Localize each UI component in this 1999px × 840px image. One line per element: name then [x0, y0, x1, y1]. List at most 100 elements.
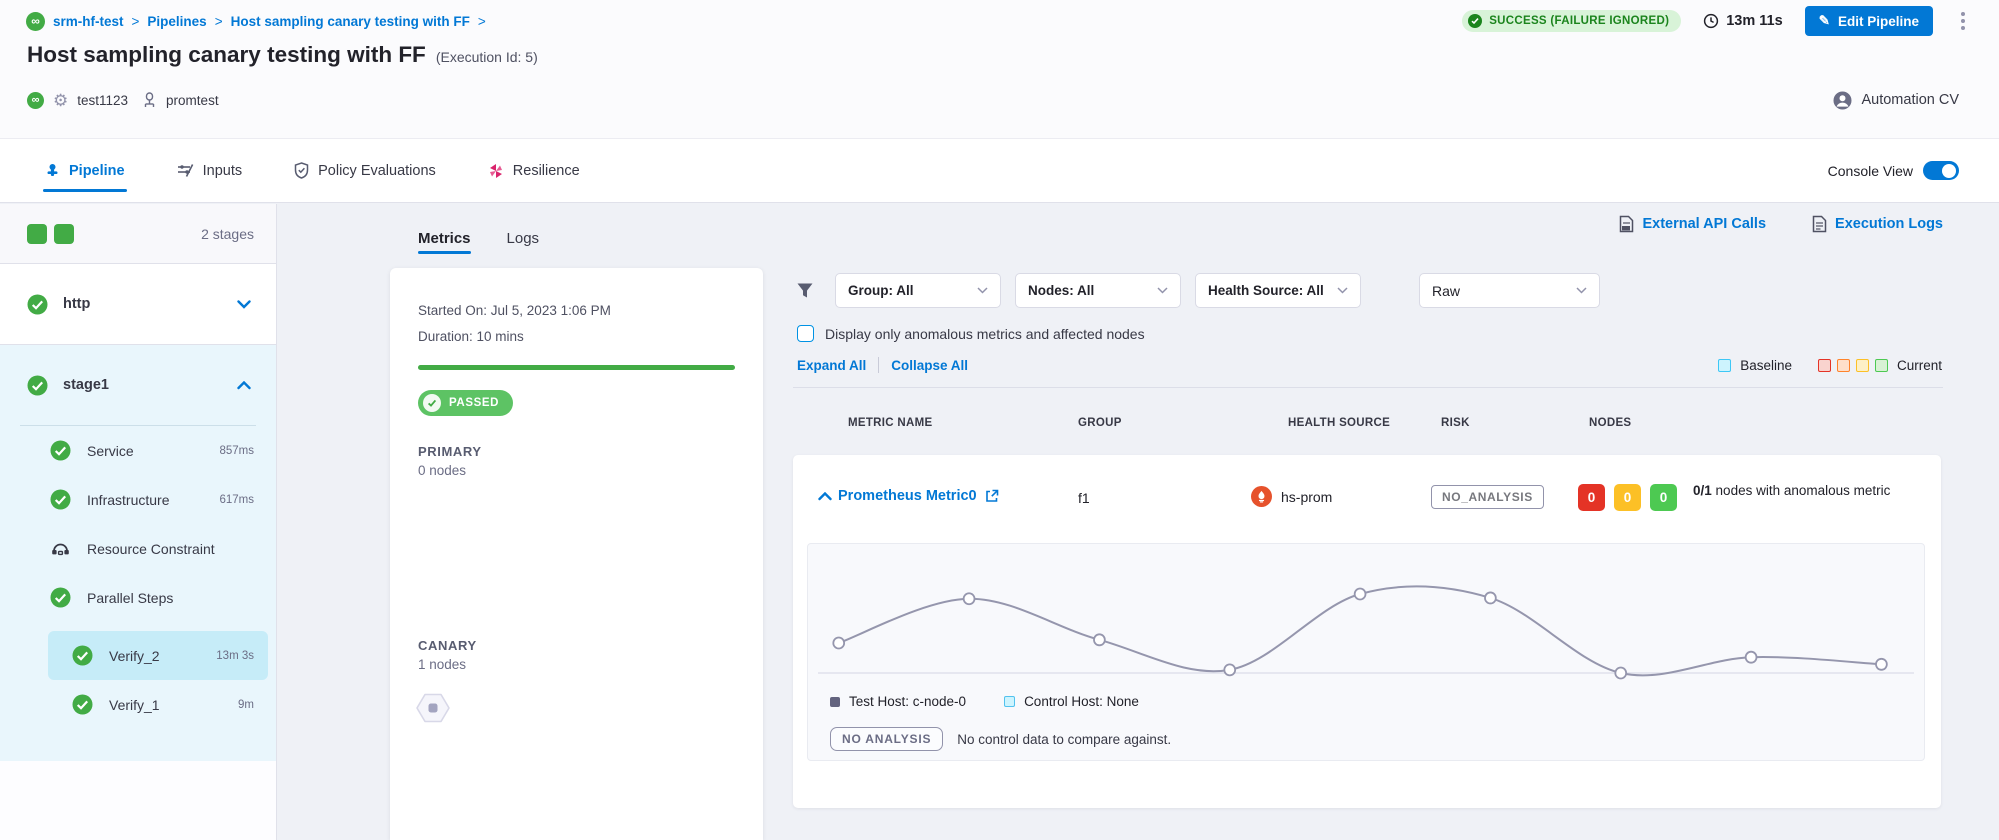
view-mode-value: Raw: [1432, 283, 1460, 299]
metric-group-cell: f1: [1078, 490, 1090, 506]
console-view-toggle[interactable]: [1923, 161, 1959, 180]
chevron-up-icon[interactable]: [818, 492, 832, 501]
tab-metrics[interactable]: Metrics: [418, 210, 471, 266]
tab-policy-evaluations-label: Policy Evaluations: [318, 163, 436, 179]
success-check-icon: [72, 645, 93, 666]
delegate-name[interactable]: promtest: [166, 93, 219, 108]
chart-color-legend: Baseline Current: [1718, 358, 1942, 373]
filters-row: Group: All Nodes: All Health Source: All…: [796, 273, 1600, 308]
summary-tabs: Metrics Logs: [390, 204, 763, 266]
step-verify-1[interactable]: Verify_1 9m: [48, 680, 268, 729]
column-group: GROUP: [1078, 417, 1122, 429]
chevron-down-icon[interactable]: [237, 300, 251, 309]
collapse-all-link[interactable]: Collapse All: [891, 358, 968, 373]
body: 2 stages http stage1 Service 857ms: [0, 204, 1999, 840]
filter-funnel-icon[interactable]: [796, 282, 814, 299]
passed-badge: PASSED: [418, 390, 513, 416]
stage-label: stage1: [63, 377, 109, 393]
test-host-swatch: [830, 697, 840, 707]
title-row: Host sampling canary testing with FF (Ex…: [27, 42, 538, 68]
duration: Duration: 10 mins: [418, 324, 735, 350]
health-source-filter-dropdown[interactable]: Health Source: All: [1195, 273, 1361, 308]
execution-tabbar: Pipeline Inputs Policy Evaluations Resil…: [0, 138, 1999, 203]
anomalous-filter-checkbox[interactable]: [797, 325, 814, 342]
service-name[interactable]: test1123: [77, 93, 128, 108]
external-api-calls-link[interactable]: External API Calls: [1619, 215, 1766, 233]
current-red-swatch: [1818, 359, 1831, 372]
tab-logs[interactable]: Logs: [507, 210, 540, 266]
header-actions: SUCCESS (FAILURE IGNORED) 13m 11s ✎ Edit…: [1462, 6, 1971, 36]
metric-row-card: Prometheus Metric0 f1 hs-prom NO_ANALYSI…: [793, 455, 1941, 808]
expand-all-link[interactable]: Expand All: [797, 358, 866, 373]
page-title: Host sampling canary testing with FF: [27, 42, 426, 68]
no-analysis-message: No control data to compare against.: [957, 732, 1171, 747]
current-yellow-swatch: [1856, 359, 1869, 372]
canary-label: CANARY: [418, 638, 477, 653]
breadcrumb-separator: >: [215, 14, 223, 29]
stage-label: http: [63, 296, 90, 312]
node-count-box: 0: [1614, 484, 1641, 511]
tab-inputs[interactable]: Inputs: [177, 139, 243, 202]
tab-resilience[interactable]: Resilience: [488, 139, 580, 202]
tab-policy-evaluations[interactable]: Policy Evaluations: [294, 139, 436, 202]
anomalous-filter-row: Display only anomalous metrics and affec…: [797, 325, 1145, 342]
external-api-calls-label: External API Calls: [1642, 216, 1766, 232]
prometheus-icon: [1251, 486, 1272, 507]
nodes-filter-value: Nodes: All: [1028, 283, 1094, 298]
step-verify-2[interactable]: Verify_2 13m 3s: [48, 631, 268, 680]
breadcrumb-pipelines[interactable]: Pipelines: [147, 14, 206, 29]
tab-pipeline[interactable]: Pipeline: [45, 139, 125, 202]
execution-logs-label: Execution Logs: [1835, 216, 1943, 232]
view-mode-dropdown[interactable]: Raw: [1419, 273, 1600, 308]
primary-node-count: 0 nodes: [418, 463, 735, 478]
inputs-icon: [177, 163, 194, 178]
breadcrumb-pipeline-name[interactable]: Host sampling canary testing with FF: [231, 14, 470, 29]
shield-check-icon: [294, 162, 309, 179]
step-label: Resource Constraint: [87, 541, 215, 557]
success-check-icon: [50, 587, 71, 608]
tab-inputs-label: Inputs: [203, 163, 243, 179]
breadcrumb-row: ∞ srm-hf-test > Pipelines > Host samplin…: [26, 7, 1971, 35]
page-header: ∞ srm-hf-test > Pipelines > Host samplin…: [0, 0, 1999, 138]
triggered-by: Automation CV: [1833, 91, 1959, 110]
metric-name-link[interactable]: Prometheus Metric0: [838, 488, 999, 504]
api-document-icon: [1619, 215, 1634, 233]
nodes-summary-text: nodes with anomalous metric: [1716, 483, 1891, 498]
harness-logo-icon: ∞: [26, 12, 45, 31]
step-resource-constraint[interactable]: Resource Constraint: [0, 524, 276, 573]
group-filter-value: Group: All: [848, 283, 914, 298]
console-view-label: Console View: [1828, 163, 1913, 179]
user-avatar-icon: [1833, 91, 1852, 110]
chevron-up-icon[interactable]: [237, 381, 251, 390]
baseline-swatch: [1718, 359, 1731, 372]
test-host-label: Test Host: c-node-0: [849, 694, 966, 709]
passed-badge-label: PASSED: [449, 397, 499, 409]
chevron-down-icon: [1576, 287, 1587, 294]
metric-chart-svg[interactable]: [818, 552, 1914, 702]
more-options-icon[interactable]: [1955, 8, 1971, 34]
sidebar-stage-http[interactable]: http: [0, 264, 276, 345]
chevron-down-icon: [1157, 287, 1168, 294]
chevron-down-icon: [1337, 287, 1348, 294]
step-duration: 13m 3s: [216, 650, 254, 662]
group-filter-dropdown[interactable]: Group: All: [835, 273, 1001, 308]
step-infrastructure[interactable]: Infrastructure 617ms: [0, 475, 276, 524]
stage-square-icon: [54, 224, 74, 244]
nodes-filter-dropdown[interactable]: Nodes: All: [1015, 273, 1181, 308]
anomalous-filter-label: Display only anomalous metrics and affec…: [825, 326, 1145, 342]
pipeline-icon: [45, 163, 60, 179]
canary-node-hexagon[interactable]: [415, 692, 451, 729]
success-check-icon: [27, 294, 48, 315]
metrics-table-header: METRIC NAME GROUP HEALTH SOURCE RISK NOD…: [763, 417, 1999, 435]
sidebar-stage-stage1[interactable]: stage1: [0, 345, 276, 425]
breadcrumb-project[interactable]: srm-hf-test: [53, 14, 124, 29]
execution-logs-link[interactable]: Execution Logs: [1812, 215, 1943, 233]
column-health-source: HEALTH SOURCE: [1288, 417, 1390, 429]
edit-pipeline-button[interactable]: ✎ Edit Pipeline: [1805, 6, 1933, 36]
step-parallel-steps[interactable]: Parallel Steps: [0, 573, 276, 622]
divider: [878, 357, 879, 373]
control-host-label: Control Host: None: [1024, 694, 1139, 709]
step-service[interactable]: Service 857ms: [0, 426, 276, 475]
tab-resilience-label: Resilience: [513, 163, 580, 179]
step-label: Service: [87, 443, 134, 459]
